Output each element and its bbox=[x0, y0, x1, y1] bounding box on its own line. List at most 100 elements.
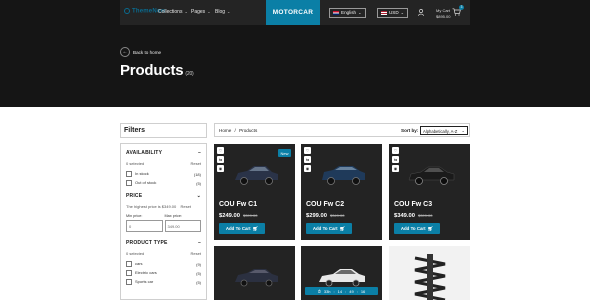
min-price-label: Min price: bbox=[126, 214, 143, 218]
page-title: Products (20) bbox=[120, 62, 194, 79]
chevron-down-icon[interactable]: ⌄ bbox=[197, 193, 201, 199]
breadcrumb-home[interactable]: Home bbox=[219, 128, 231, 133]
product-name[interactable]: COU Fw C2 bbox=[306, 201, 344, 208]
product-card[interactable]: ♡ ⇆ ◉ New COU Fw C1 $249.00 $399.00 Add T… bbox=[214, 144, 295, 240]
sort-value: Alphabetically, A-Z bbox=[423, 128, 458, 134]
collapse-icon[interactable]: – bbox=[198, 150, 201, 156]
cart-summary[interactable]: My Cart $895.00 bbox=[436, 8, 450, 19]
checkbox[interactable] bbox=[126, 180, 132, 186]
product-name[interactable]: COU Fw C1 bbox=[219, 201, 257, 208]
option-count: (5) bbox=[196, 270, 201, 276]
back-to-home-link[interactable]: ← Back to home bbox=[120, 47, 161, 57]
compare-icon[interactable]: ⇆ bbox=[304, 156, 311, 163]
product-type-selected: 0 selected bbox=[126, 251, 145, 256]
eye-icon[interactable]: ◉ bbox=[392, 165, 399, 172]
add-to-cart-label: Add To Cart bbox=[400, 226, 426, 231]
countdown-mins: 49 bbox=[349, 288, 354, 294]
breadcrumb-current: Products bbox=[239, 128, 258, 133]
currency-selector[interactable]: USD ⌄ bbox=[377, 8, 408, 18]
chevron-down-icon: ⌄ bbox=[358, 10, 362, 15]
add-to-cart-button[interactable]: Add To Cart 🛒︎ bbox=[306, 223, 352, 234]
current-price: $249.00 bbox=[219, 213, 240, 219]
wheel-rim-image[interactable] bbox=[413, 254, 447, 300]
filters-panel: AVAILABILITY – 0 selected Reset In stock (1… bbox=[120, 143, 207, 300]
product-card[interactable] bbox=[389, 246, 470, 300]
old-price: $399.00 bbox=[242, 213, 258, 218]
product-card[interactable]: ⏱ 33h: 14: 49: 16 bbox=[301, 246, 382, 300]
car-image[interactable] bbox=[317, 264, 367, 288]
availability-reset[interactable]: Reset bbox=[191, 161, 201, 166]
checkbox[interactable] bbox=[126, 171, 132, 177]
car-image[interactable] bbox=[407, 160, 455, 188]
nav-blog[interactable]: Blog ⌄ bbox=[215, 9, 230, 15]
filter-sports-car[interactable]: Sports car (5) bbox=[126, 279, 201, 285]
option-count: (9) bbox=[196, 261, 201, 267]
countdown-sep: : bbox=[356, 288, 358, 294]
card-tools: ♡ ⇆ ◉ bbox=[217, 147, 224, 172]
checkbox[interactable] bbox=[126, 279, 132, 285]
heart-icon[interactable]: ♡ bbox=[217, 147, 224, 154]
card-tools: ♡ ⇆ ◉ bbox=[304, 147, 311, 172]
countdown-sep: : bbox=[345, 288, 347, 294]
new-badge: New bbox=[277, 149, 291, 157]
product-type-title: PRODUCT TYPE bbox=[126, 240, 168, 246]
product-count: (20) bbox=[185, 71, 194, 77]
language-selector[interactable]: English ⌄ bbox=[329, 8, 366, 18]
compare-icon[interactable]: ⇆ bbox=[392, 156, 399, 163]
heart-icon[interactable]: ♡ bbox=[304, 147, 311, 154]
checkbox[interactable] bbox=[126, 270, 132, 276]
uk-flag-icon bbox=[333, 11, 339, 15]
max-price-input[interactable]: 349.00 bbox=[164, 220, 201, 232]
filters-heading: Filters bbox=[120, 123, 207, 138]
availability-selected: 0 selected bbox=[126, 161, 145, 166]
chevron-down-icon: ⌄ bbox=[207, 9, 211, 14]
price-header[interactable]: PRICE ⌄ bbox=[126, 193, 201, 199]
countdown-secs: 16 bbox=[360, 288, 366, 294]
checkbox[interactable] bbox=[126, 261, 132, 267]
collapse-icon[interactable]: – bbox=[198, 240, 201, 246]
heart-icon[interactable]: ♡ bbox=[392, 147, 399, 154]
nav-pages[interactable]: Pages ⌄ bbox=[191, 9, 211, 15]
sort-label: Sort by: bbox=[401, 128, 419, 133]
availability-header[interactable]: AVAILABILITY – bbox=[126, 150, 201, 156]
eye-icon[interactable]: ◉ bbox=[304, 165, 311, 172]
filter-electric-cars[interactable]: Electric cars (5) bbox=[126, 270, 201, 276]
car-image[interactable] bbox=[232, 160, 280, 188]
product-type-reset[interactable]: Reset bbox=[191, 251, 201, 256]
old-price: $399.00 bbox=[417, 213, 433, 218]
add-to-cart-button[interactable]: Add To Cart 🛒︎ bbox=[394, 223, 440, 234]
nav-blog-label: Blog bbox=[215, 9, 226, 15]
product-card[interactable]: ♡ ⇆ ◉ COU Fw C2 $299.00 $349.00 Add To Ca… bbox=[301, 144, 382, 240]
card-tools: ♡ ⇆ ◉ bbox=[392, 147, 399, 172]
language-value: English bbox=[341, 10, 357, 15]
countdown-sep: : bbox=[333, 288, 335, 294]
product-name[interactable]: COU Fw C3 bbox=[394, 201, 432, 208]
min-price-input[interactable]: 0 bbox=[126, 220, 163, 232]
car-image[interactable] bbox=[232, 264, 280, 288]
product-type-header[interactable]: PRODUCT TYPE – bbox=[126, 240, 201, 246]
filter-cars[interactable]: cars (9) bbox=[126, 261, 201, 267]
user-icon[interactable] bbox=[418, 9, 424, 16]
product-card[interactable]: ♡ ⇆ ◉ COU Fw C3 $349.00 $399.00 Add To Ca… bbox=[389, 144, 470, 240]
product-price: $299.00 $349.00 bbox=[306, 213, 344, 219]
old-price: $349.00 bbox=[329, 213, 345, 218]
option-count: (18) bbox=[193, 171, 201, 177]
countdown-timer: ⏱ 33h: 14: 49: 16 bbox=[305, 287, 378, 295]
nav-collections[interactable]: Collections ⌄ bbox=[158, 9, 188, 15]
eye-icon[interactable]: ◉ bbox=[217, 165, 224, 172]
filter-in-stock[interactable]: In stock (18) bbox=[126, 171, 201, 177]
sort-select[interactable]: Alphabetically, A-Z ⌄ bbox=[420, 126, 468, 135]
compare-icon[interactable]: ⇆ bbox=[217, 156, 224, 163]
filter-out-of-stock[interactable]: Out of stock (5) bbox=[126, 180, 201, 186]
product-card[interactable] bbox=[214, 246, 295, 300]
price-reset[interactable]: Reset bbox=[181, 204, 191, 209]
car-image[interactable] bbox=[319, 160, 367, 188]
product-toolbar: Home / Products Sort by: Alphabetically,… bbox=[214, 123, 470, 137]
add-to-cart-button[interactable]: Add To Cart 🛒︎ bbox=[219, 223, 265, 234]
cart-icon: 🛒︎ bbox=[252, 225, 259, 231]
cart-count-badge: 3 bbox=[459, 5, 464, 10]
brand-name[interactable]: MOTORCAR bbox=[266, 0, 320, 25]
price-highest: The highest price is $349.00 bbox=[126, 204, 177, 209]
cart-label: My Cart bbox=[436, 8, 450, 13]
option-count: (5) bbox=[196, 180, 201, 186]
